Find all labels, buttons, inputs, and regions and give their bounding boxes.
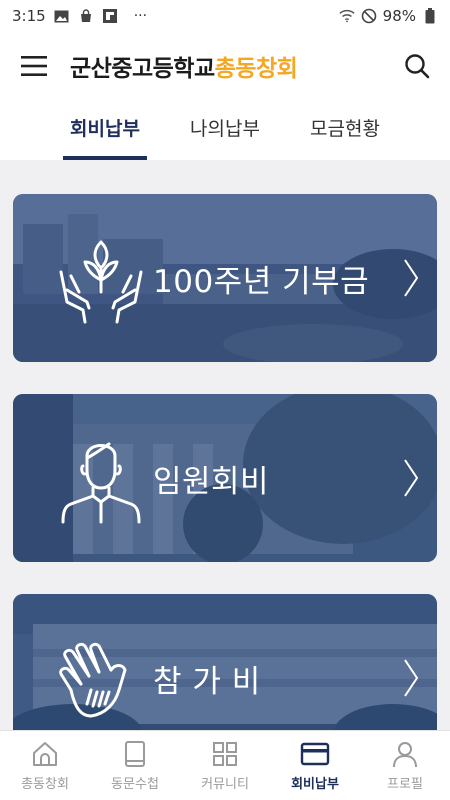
book-icon <box>120 739 150 769</box>
nav-label: 회비납부 <box>291 777 339 792</box>
search-icon[interactable] <box>404 53 430 79</box>
grid-icon <box>210 739 240 769</box>
nav-community[interactable]: 커뮤니티 <box>180 731 270 800</box>
card-100th-donation[interactable]: 100주년 기부금 <box>13 194 437 362</box>
app-header: 군산중고등학교총동창회 <box>0 32 450 100</box>
nav-label: 총동창회 <box>21 777 69 792</box>
app-title-main: 군산중고등학교 <box>70 56 215 82</box>
gallery-icon <box>54 8 70 24</box>
nav-alumni-association[interactable]: 총동창회 <box>0 731 90 800</box>
card-participation-fee[interactable]: 참 가 비 <box>13 594 437 730</box>
battery-icon <box>422 8 438 24</box>
flipboard-icon <box>102 8 118 24</box>
bottom-nav: 총동창회 동문수첩 커뮤니티 회비납부 프로필 <box>0 730 450 800</box>
home-icon <box>30 739 60 769</box>
status-time: 3:15 <box>12 7 46 25</box>
tab-fundraising-status[interactable]: 모금현황 <box>285 100 405 160</box>
card-label: 임원회비 <box>153 463 270 500</box>
more-notifications-icon: ··· <box>133 8 148 24</box>
nav-label: 프로필 <box>387 777 423 792</box>
app-title-accent: 총동창회 <box>214 56 298 82</box>
nav-label: 커뮤니티 <box>201 777 249 792</box>
hamburger-menu-icon[interactable] <box>20 55 48 77</box>
chevron-right-icon <box>404 659 419 697</box>
profile-icon <box>390 739 420 769</box>
nav-profile[interactable]: 프로필 <box>360 731 450 800</box>
main-content: 100주년 기부금 임원회비 참 가 비 <box>0 160 450 730</box>
shopping-bag-icon <box>78 8 94 24</box>
battery-percent: 98% <box>382 7 416 25</box>
nav-alumni-directory[interactable]: 동문수첩 <box>90 731 180 800</box>
card-executive-dues[interactable]: 임원회비 <box>13 394 437 562</box>
chevron-right-icon <box>404 259 419 297</box>
tab-my-payments[interactable]: 나의납부 <box>165 100 285 160</box>
card-icon <box>300 739 330 769</box>
person-icon <box>61 442 141 524</box>
nav-label: 동문수첩 <box>111 777 159 792</box>
hand-raise-icon <box>59 642 127 718</box>
wifi-icon <box>339 8 355 24</box>
app-title: 군산중고등학교총동창회 <box>70 49 298 83</box>
nav-pay-dues[interactable]: 회비납부 <box>270 731 360 800</box>
status-bar: 3:15 ··· 98% <box>0 0 450 32</box>
card-label: 참 가 비 <box>153 663 261 700</box>
tab-pay-dues[interactable]: 회비납부 <box>45 100 165 160</box>
do-not-disturb-icon <box>361 8 377 24</box>
chevron-right-icon <box>404 459 419 497</box>
tab-bar: 회비납부 나의납부 모금현황 <box>0 100 450 160</box>
card-label: 100주년 기부금 <box>153 263 370 300</box>
hands-plant-icon <box>59 240 143 324</box>
